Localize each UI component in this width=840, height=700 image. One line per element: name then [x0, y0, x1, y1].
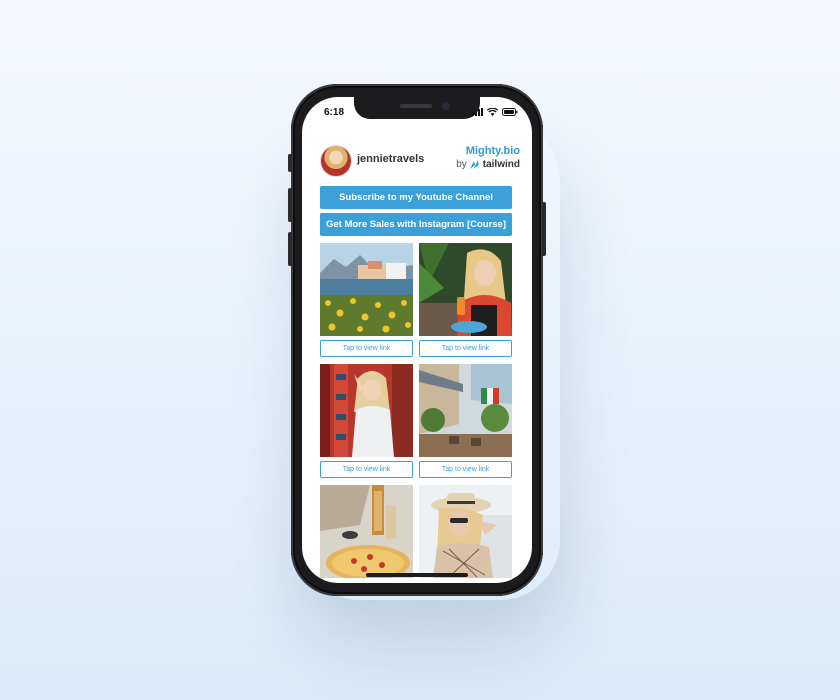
signal-icon [472, 108, 483, 116]
brand-name: Mighty.bio [465, 145, 520, 157]
brand-byline: by tailwind [456, 159, 520, 170]
lake-town-photo[interactable] [320, 243, 413, 336]
pizza-table-photo[interactable] [320, 485, 413, 578]
avatar[interactable] [320, 145, 352, 177]
woman-hat-photo[interactable] [419, 485, 512, 578]
cafe-street-photo[interactable] [419, 364, 512, 457]
instagram-course-button[interactable]: Get More Sales with Instagram [Course] [320, 213, 512, 236]
youtube-subscribe-button[interactable]: Subscribe to my Youtube Channel [320, 186, 512, 209]
grid-tile[interactable]: Tap to view link [419, 364, 512, 478]
silent-switch [288, 154, 292, 172]
tailwind-icon [469, 159, 480, 170]
tap-to-view-link-button[interactable]: Tap to view link [320, 340, 413, 357]
wifi-icon [487, 108, 498, 116]
status-time: 6:18 [324, 107, 345, 118]
woman-red-door-photo[interactable] [320, 364, 413, 457]
front-camera [442, 102, 450, 110]
phone-screen: 6:18 jennietravels Mighty.bio by tailwin… [302, 97, 532, 583]
grid-tile[interactable]: Tap to view link [419, 243, 512, 357]
brand-by-text: by [456, 159, 467, 170]
grid-tile[interactable] [419, 485, 512, 578]
notch [354, 97, 480, 119]
brand-logo[interactable]: Mighty.bio by tailwind [456, 145, 520, 170]
power-button [542, 202, 546, 256]
home-indicator[interactable] [366, 573, 468, 577]
tap-to-view-link-button[interactable]: Tap to view link [419, 461, 512, 478]
profile-header: jennietravels Mighty.bio by tailwind [320, 143, 520, 177]
username[interactable]: jennietravels [357, 153, 424, 165]
battery-icon [502, 108, 518, 116]
tap-to-view-link-button[interactable]: Tap to view link [419, 340, 512, 357]
grid-tile[interactable] [320, 485, 413, 578]
grid-tile[interactable]: Tap to view link [320, 243, 413, 357]
tap-to-view-link-button[interactable]: Tap to view link [320, 461, 413, 478]
speaker-grille [400, 104, 432, 108]
grid-tile[interactable]: Tap to view link [320, 364, 413, 478]
status-icons [472, 108, 518, 116]
phone-frame: 6:18 jennietravels Mighty.bio by tailwin… [288, 84, 546, 596]
brand-partner: tailwind [482, 159, 520, 170]
volume-down-button [288, 232, 292, 266]
volume-up-button [288, 188, 292, 222]
woman-drink-photo[interactable] [419, 243, 512, 336]
